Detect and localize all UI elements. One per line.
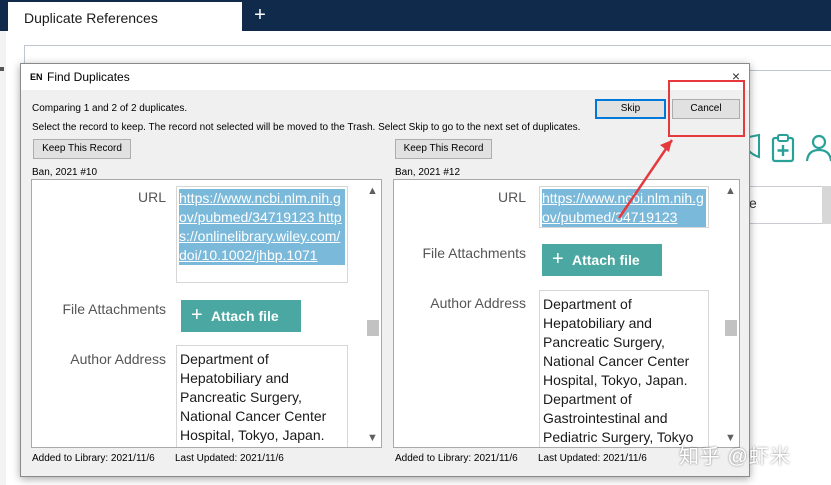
attach-file-button[interactable]: + Attach file xyxy=(181,300,301,332)
skip-button[interactable]: Skip xyxy=(595,99,666,119)
chevron-up-icon[interactable]: ▲ xyxy=(724,184,737,198)
record-1-scrollbar[interactable]: ▲ ▼ xyxy=(364,180,381,447)
left-sidebar-edge xyxy=(0,31,6,485)
author-address-field[interactable]: Department of Hepatobiliary and Pancreat… xyxy=(176,345,348,447)
dialog-title: Find Duplicates xyxy=(47,70,130,84)
scroll-thumb[interactable] xyxy=(367,320,379,336)
record-1-pane[interactable]: URL https://www.ncbi.nlm.nih.gov/pubmed/… xyxy=(31,179,382,448)
author-address-field[interactable]: Department of Hepatobiliary and Pancreat… xyxy=(539,290,709,447)
right-scrollbar[interactable] xyxy=(822,186,831,224)
user-icon[interactable] xyxy=(805,133,831,163)
url-value[interactable]: https://www.ncbi.nlm.nih.gov/pubmed/3471… xyxy=(179,189,345,265)
keep-record-2-button[interactable]: Keep This Record xyxy=(395,139,492,159)
url-field[interactable]: https://www.ncbi.nlm.nih.gov/pubmed/3471… xyxy=(176,186,348,283)
chevron-down-icon[interactable]: ▼ xyxy=(366,431,379,445)
chevron-up-icon[interactable]: ▲ xyxy=(366,184,379,198)
file-attachments-label: File Attachments xyxy=(422,245,527,261)
attach-file-label: Attach file xyxy=(572,252,640,268)
record-2-updated-date: Last Updated: 2021/11/6 xyxy=(538,453,647,464)
plus-icon: + xyxy=(191,304,203,326)
scroll-thumb[interactable] xyxy=(725,320,737,336)
author-address-label: Author Address xyxy=(70,351,166,367)
keep-record-1-button[interactable]: Keep This Record xyxy=(33,139,131,159)
attach-file-button[interactable]: + Attach file xyxy=(542,244,662,276)
find-duplicates-dialog: EN Find Duplicates × Comparing 1 and 2 o… xyxy=(20,63,750,477)
tab-duplicate-references[interactable]: Duplicate References xyxy=(8,2,242,31)
watermark: 知乎 @虾米 xyxy=(679,446,791,468)
plus-icon: + xyxy=(552,248,564,270)
url-field[interactable]: https://www.ncbi.nlm.nih.gov/pubmed/3471… xyxy=(539,186,709,228)
url-label: URL xyxy=(137,189,166,205)
record-2-added-date: Added to Library: 2021/11/6 xyxy=(395,453,518,464)
attach-file-label: Attach file xyxy=(211,308,279,324)
comparison-message: Comparing 1 and 2 of 2 duplicates. xyxy=(32,103,188,114)
record-2-scrollbar[interactable]: ▲ ▼ xyxy=(722,180,739,447)
author-address-label: Author Address xyxy=(430,295,526,311)
record-2-pane[interactable]: URL https://www.ncbi.nlm.nih.gov/pubmed/… xyxy=(393,179,740,448)
add-tab-button[interactable]: + xyxy=(250,4,270,26)
record-2-label: Ban, 2021 #12 xyxy=(395,167,461,178)
file-attachments-label: File Attachments xyxy=(62,301,167,317)
instructions-message: Select the record to keep. The record no… xyxy=(32,122,581,133)
dialog-titlebar: EN Find Duplicates × xyxy=(21,64,749,90)
list-column-header: e xyxy=(749,186,831,224)
clipboard-plus-icon[interactable] xyxy=(769,133,799,163)
record-1-added-date: Added to Library: 2021/11/6 xyxy=(32,453,155,464)
record-1-updated-date: Last Updated: 2021/11/6 xyxy=(175,453,284,464)
annotation-highlight-box xyxy=(668,80,745,137)
app-badge-icon: EN xyxy=(30,72,43,82)
record-1-label: Ban, 2021 #10 xyxy=(32,167,98,178)
column-header-text: e xyxy=(749,195,757,211)
sidebar-marker xyxy=(0,67,4,71)
tab-label: Duplicate References xyxy=(24,10,158,26)
url-label: URL xyxy=(497,189,526,205)
url-value[interactable]: https://www.ncbi.nlm.nih.gov/pubmed/3471… xyxy=(542,189,706,227)
